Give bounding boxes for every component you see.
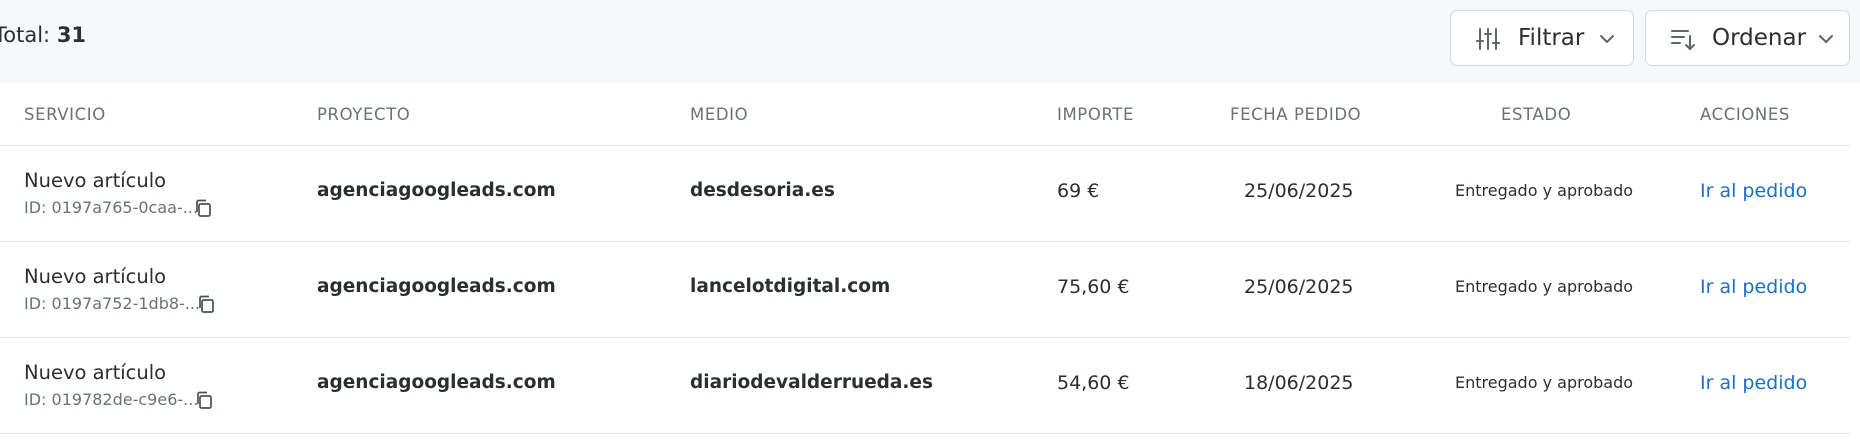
total-value: 31	[56, 23, 87, 47]
list-toolbar: Total: 31 Filtrar	[0, 0, 1860, 83]
header-project: PROYECTO	[317, 105, 411, 124]
status-text: Entregado y aprobado	[1455, 373, 1634, 392]
table-row: Nuevo artículo ID: 019782de-c9e6-... age…	[0, 338, 1850, 434]
order-date: 25/06/2025	[1244, 180, 1354, 202]
amount-value: 75,60 €	[1057, 276, 1130, 298]
table-row: Nuevo artículo ID: 0197a765-0caa-... age…	[0, 146, 1850, 242]
filter-dropdown[interactable]: Filtrar	[1450, 10, 1634, 66]
header-actions: ACCIONES	[1700, 105, 1790, 124]
table-header: SERVICIO PROYECTO MEDIO IMPORTE FECHA PE…	[0, 83, 1850, 146]
chevron-down-icon	[1600, 35, 1614, 43]
go-to-order-link[interactable]: Ir al pedido	[1700, 372, 1807, 394]
total-count: Total: 31	[0, 23, 86, 47]
order-dropdown[interactable]: Ordenar	[1645, 10, 1850, 66]
header-medium: MEDIO	[690, 105, 749, 124]
project-name: agenciagoogleads.com	[317, 276, 556, 297]
sliders-icon	[1476, 28, 1500, 50]
status-text: Entregado y aprobado	[1455, 277, 1634, 296]
order-id: ID: 0197a752-1db8-...	[24, 294, 201, 313]
order-date: 25/06/2025	[1244, 276, 1354, 298]
table-row: Nuevo artículo ID: 0197a752-1db8-... age…	[0, 242, 1850, 338]
medium-name: lancelotdigital.com	[690, 276, 891, 297]
amount-value: 54,60 €	[1057, 372, 1130, 394]
header-amount: IMPORTE	[1057, 105, 1135, 124]
sort-icon	[1671, 30, 1695, 51]
order-date: 18/06/2025	[1244, 372, 1354, 394]
go-to-order-link[interactable]: Ir al pedido	[1700, 180, 1807, 202]
service-title: Nuevo artículo	[24, 361, 167, 384]
service-title: Nuevo artículo	[24, 265, 167, 288]
orders-table: SERVICIO PROYECTO MEDIO IMPORTE FECHA PE…	[0, 83, 1850, 434]
header-service: SERVICIO	[24, 105, 106, 124]
order-id: ID: 0197a765-0caa-...	[24, 198, 198, 217]
amount-value: 69 €	[1057, 180, 1100, 202]
copy-icon[interactable]	[194, 390, 214, 410]
project-name: agenciagoogleads.com	[317, 180, 556, 201]
copy-icon[interactable]	[196, 294, 216, 314]
service-title: Nuevo artículo	[24, 169, 167, 192]
status-text: Entregado y aprobado	[1455, 181, 1634, 200]
project-name: agenciagoogleads.com	[317, 372, 556, 393]
filter-label: Filtrar	[1518, 25, 1585, 51]
header-date: FECHA PEDIDO	[1230, 105, 1362, 124]
order-id: ID: 019782de-c9e6-...	[24, 390, 199, 409]
order-label: Ordenar	[1712, 25, 1807, 51]
header-status: ESTADO	[1501, 105, 1572, 124]
copy-icon[interactable]	[193, 198, 213, 218]
medium-name: desdesoria.es	[690, 180, 835, 201]
chevron-down-icon	[1819, 35, 1833, 43]
total-label: Total:	[0, 23, 51, 47]
go-to-order-link[interactable]: Ir al pedido	[1700, 276, 1807, 298]
medium-name: diariodevalderrueda.es	[690, 372, 933, 393]
